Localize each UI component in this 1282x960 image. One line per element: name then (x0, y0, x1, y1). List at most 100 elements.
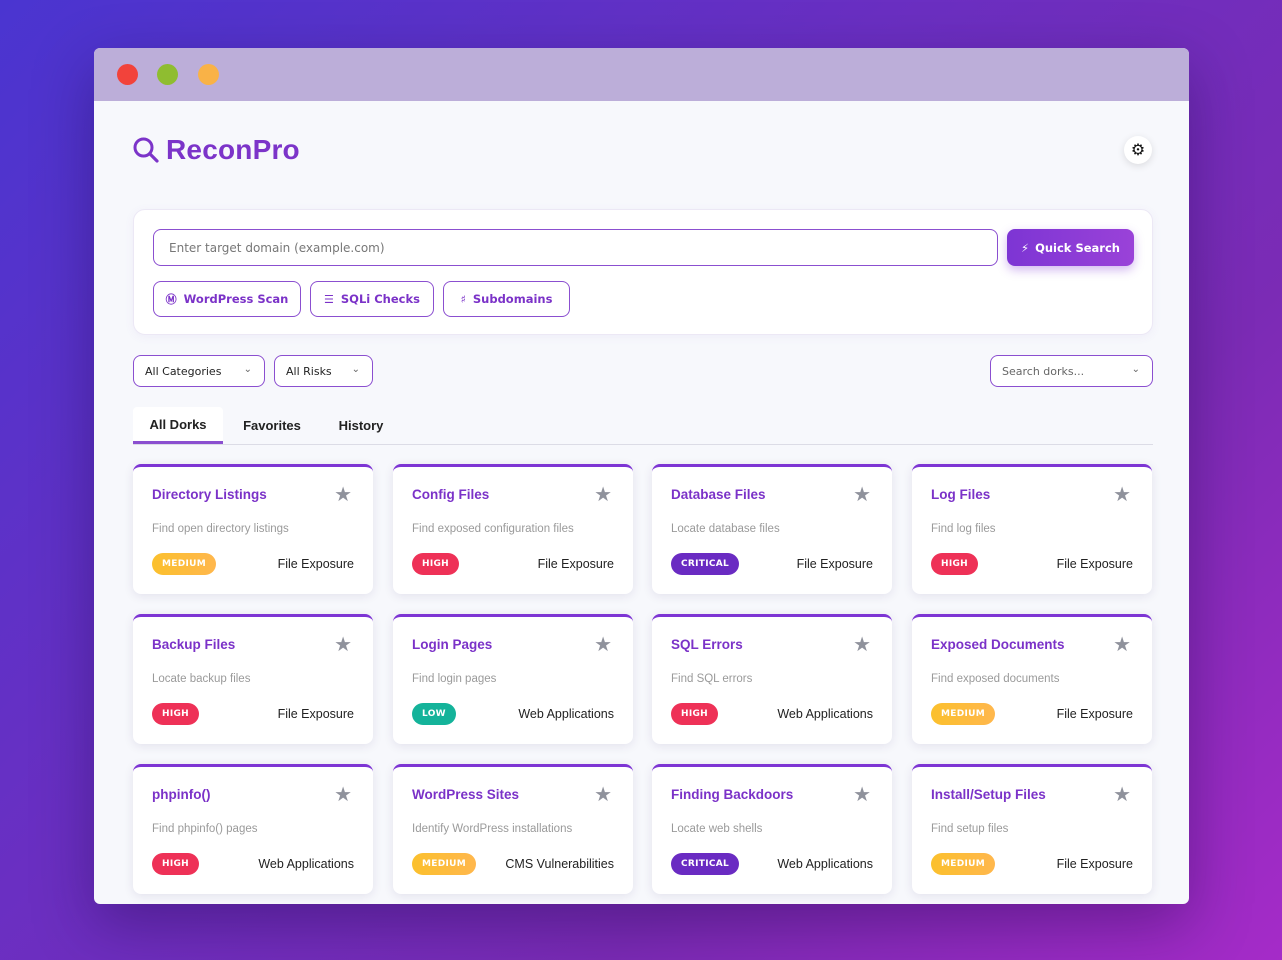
card-title: phpinfo() (152, 787, 211, 802)
risk-badge: MEDIUM (412, 853, 476, 875)
card-description: Identify WordPress installations (412, 823, 573, 835)
dork-search-placeholder: Search dorks... (1002, 364, 1085, 378)
risk-badge: HIGH (412, 553, 460, 575)
risk-badge: HIGH (152, 703, 200, 725)
star-icon[interactable]: ★ (1113, 785, 1131, 805)
card-category: File Exposure (1056, 707, 1133, 721)
star-icon[interactable]: ★ (853, 785, 871, 805)
card-description: Find setup files (931, 823, 1009, 835)
risk-select-value: All Risks (286, 364, 332, 378)
risk-badge: HIGH (931, 553, 979, 575)
theme-toggle-button[interactable]: ⚙ (1124, 136, 1152, 164)
star-icon[interactable]: ★ (1113, 485, 1131, 505)
database-icon: ☰ (324, 292, 334, 306)
tab-history[interactable]: History (321, 407, 401, 444)
category-select-value: All Categories (145, 364, 222, 378)
card-title: Backup Files (152, 637, 236, 652)
risk-badge: CRITICAL (671, 553, 740, 575)
card-description: Find phpinfo() pages (152, 823, 258, 835)
star-icon[interactable]: ★ (334, 785, 352, 805)
star-icon[interactable]: ★ (853, 485, 871, 505)
tab-favorites[interactable]: Favorites (223, 407, 321, 444)
domain-input[interactable] (153, 229, 998, 266)
card-category: Web Applications (777, 857, 873, 871)
sqli-checks-button[interactable]: ☰ SQLi Checks (310, 281, 434, 317)
card-description: Find SQL errors (671, 673, 753, 685)
card-category: File Exposure (277, 707, 354, 721)
app-name: ReconPro (166, 134, 300, 165)
dork-card[interactable]: SQL Errors ★ Find SQL errors HIGH Web Ap… (652, 614, 892, 744)
card-category: File Exposure (796, 557, 873, 571)
dork-card[interactable]: Log Files ★ Find log files HIGH File Exp… (912, 464, 1152, 594)
gear-icon: ⚙ (1130, 142, 1146, 159)
star-icon[interactable]: ★ (594, 635, 612, 655)
card-title: Login Pages (412, 637, 493, 652)
subdomains-button[interactable]: ♯ Subdomains (443, 281, 570, 317)
tab-all-dorks[interactable]: All Dorks (133, 407, 223, 444)
card-title: Config Files (412, 487, 490, 502)
dork-card[interactable]: Finding Backdoors ★ Locate web shells CR… (652, 764, 892, 894)
dork-card[interactable]: Config Files ★ Find exposed configuratio… (393, 464, 633, 594)
card-category: File Exposure (1056, 857, 1133, 871)
dork-card[interactable]: Backup Files ★ Locate backup files HIGH … (133, 614, 373, 744)
card-description: Find login pages (412, 673, 497, 685)
window-titlebar (94, 48, 1189, 101)
star-icon[interactable]: ★ (334, 485, 352, 505)
chevron-down-icon: ⌄ (243, 364, 252, 375)
preset-label: SQLi Checks (340, 292, 420, 306)
tab-label: All Dorks (149, 416, 207, 432)
app-window: ReconPro ⚙ ⚡ Quick Search Ⓜ WordPress Sc… (94, 48, 1189, 904)
card-title: SQL Errors (671, 637, 743, 652)
card-description: Find exposed documents (931, 673, 1060, 685)
card-title: Log Files (931, 487, 991, 502)
risk-badge: HIGH (152, 853, 200, 875)
card-title: Finding Backdoors (671, 787, 794, 802)
star-icon[interactable]: ★ (594, 785, 612, 805)
card-category: Web Applications (777, 707, 873, 721)
quick-search-button[interactable]: ⚡ Quick Search (1007, 229, 1134, 266)
card-description: Locate backup files (152, 673, 251, 685)
dork-card[interactable]: Install/Setup Files ★ Find setup files M… (912, 764, 1152, 894)
search-panel: ⚡ Quick Search Ⓜ WordPress Scan ☰ SQLi C… (133, 209, 1153, 335)
dork-card[interactable]: Login Pages ★ Find login pages LOW Web A… (393, 614, 633, 744)
dork-card[interactable]: Exposed Documents ★ Find exposed documen… (912, 614, 1152, 744)
risk-select[interactable]: All Risks ⌄ (274, 355, 373, 387)
card-category: File Exposure (277, 557, 354, 571)
app-logo: ReconPro (132, 134, 300, 166)
card-category: Web Applications (518, 707, 614, 721)
card-category: File Exposure (1056, 557, 1133, 571)
card-category: Web Applications (258, 857, 354, 871)
risk-badge: LOW (412, 703, 456, 725)
dork-card[interactable]: Database Files ★ Locate database files C… (652, 464, 892, 594)
star-icon[interactable]: ★ (594, 485, 612, 505)
close-window-button[interactable] (117, 64, 138, 85)
card-description: Locate database files (671, 523, 780, 535)
minimize-window-button[interactable] (157, 64, 178, 85)
maximize-window-button[interactable] (198, 64, 219, 85)
tab-bar: All Dorks Favorites History (133, 407, 1153, 445)
risk-badge: HIGH (671, 703, 719, 725)
card-title: Exposed Documents (931, 637, 1065, 652)
card-description: Find open directory listings (152, 523, 289, 535)
risk-badge: CRITICAL (671, 853, 740, 875)
star-icon[interactable]: ★ (853, 635, 871, 655)
quick-search-label: Quick Search (1035, 240, 1120, 255)
dork-card[interactable]: phpinfo() ★ Find phpinfo() pages HIGH We… (133, 764, 373, 894)
card-description: Locate web shells (671, 823, 763, 835)
wordpress-scan-button[interactable]: Ⓜ WordPress Scan (153, 281, 301, 317)
category-select[interactable]: All Categories ⌄ (133, 355, 265, 387)
preset-label: Subdomains (472, 292, 553, 306)
star-icon[interactable]: ★ (1113, 635, 1131, 655)
chevron-down-icon: ⌄ (1131, 364, 1140, 375)
card-category: File Exposure (537, 557, 614, 571)
card-title: WordPress Sites (412, 787, 520, 802)
card-title: Install/Setup Files (931, 787, 1046, 802)
dork-card[interactable]: Directory Listings ★ Find open directory… (133, 464, 373, 594)
star-icon[interactable]: ★ (334, 635, 352, 655)
tab-label: Favorites (243, 418, 301, 433)
dork-search-input[interactable]: Search dorks... ⌄ (990, 355, 1153, 387)
dork-card[interactable]: WordPress Sites ★ Identify WordPress ins… (393, 764, 633, 894)
card-category: CMS Vulnerabilities (505, 857, 614, 871)
preset-label: WordPress Scan (183, 292, 289, 306)
card-title: Directory Listings (152, 487, 267, 502)
